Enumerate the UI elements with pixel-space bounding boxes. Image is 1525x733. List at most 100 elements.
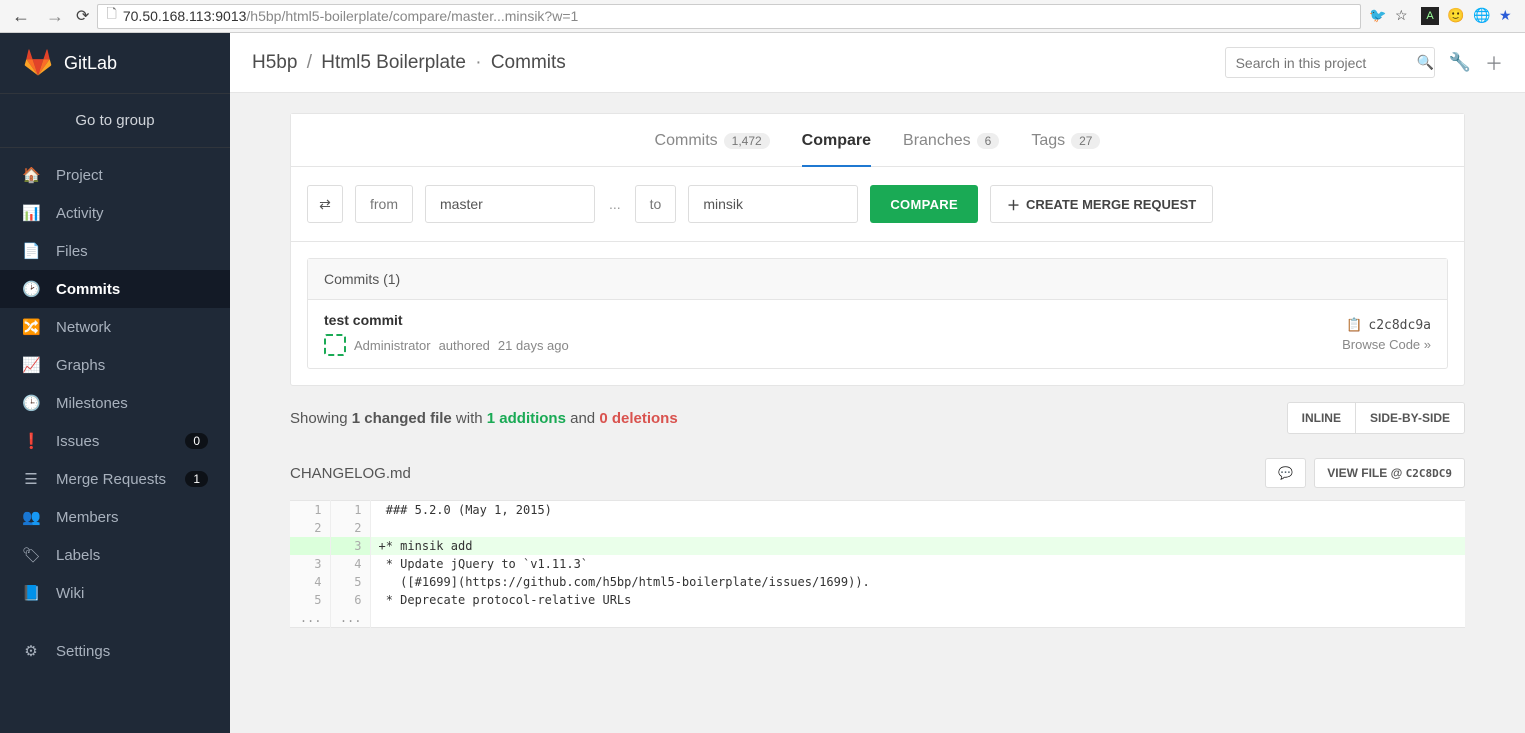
new-line-number[interactable]: 5 (330, 573, 370, 591)
sidebar-item-commits[interactable]: 🕑Commits (0, 270, 230, 308)
sidebar-item-wiki[interactable]: 📘Wiki (0, 574, 230, 612)
old-line-number[interactable] (290, 537, 330, 555)
inline-view-button[interactable]: INLINE (1288, 403, 1355, 433)
graphs-icon: 📈 (22, 356, 40, 374)
breadcrumb-sep: / (303, 52, 316, 73)
to-input[interactable] (688, 185, 858, 223)
commit-title[interactable]: test commit (324, 312, 569, 328)
diff-table: 11 ### 5.2.0 (May 1, 2015)22 3+* minsik … (290, 500, 1465, 628)
sidebar-item-activity[interactable]: 📊Activity (0, 194, 230, 232)
new-line-number[interactable]: 1 (330, 501, 370, 520)
hash-text: c2c8dc9a (1368, 318, 1431, 333)
breadcrumb-sep: · (471, 52, 485, 73)
ext-a-icon[interactable]: A (1421, 7, 1439, 25)
old-line-number[interactable]: 4 (290, 573, 330, 591)
merge-icon: ☰ (22, 470, 40, 488)
dashboard-icon: 📊 (22, 204, 40, 222)
gitlab-logo-icon (24, 49, 52, 77)
new-line-number[interactable]: 2 (330, 519, 370, 537)
twitter-icon[interactable]: 🐦 (1369, 7, 1387, 25)
breadcrumb-group[interactable]: H5bp (252, 52, 297, 73)
commit-item: test commit Administrator authored 21 da… (308, 300, 1447, 368)
mr-button-label: CREATE MERGE REQUEST (1026, 197, 1196, 212)
wrench-icon[interactable]: 🔧 (1449, 52, 1471, 73)
code-line: * Deprecate protocol-relative URLs (370, 591, 1465, 609)
url-bar[interactable]: 🗋 70.50.168.113:9013/h5bp/html5-boilerpl… (97, 4, 1361, 29)
changed-file: 1 changed file (352, 410, 452, 427)
tab-commits[interactable]: Commits1,472 (655, 132, 770, 166)
plus-icon: ＋ (1007, 195, 1020, 214)
sidebar-item-label: Merge Requests (56, 471, 166, 488)
with-label: with (452, 410, 487, 427)
sidebar-item-merge-requests[interactable]: ☰Merge Requests1 (0, 460, 230, 498)
files-icon: 📄 (22, 242, 40, 260)
new-line-number[interactable]: 6 (330, 591, 370, 609)
file-header: CHANGELOG.md 💬 VIEW FILE @ C2C8DC9 (290, 446, 1465, 500)
tags-count: 27 (1071, 133, 1100, 149)
commit-hash[interactable]: 📋 c2c8dc9a (1346, 318, 1431, 333)
browser-forward-icon[interactable]: → (42, 6, 68, 27)
old-line-number[interactable]: 5 (290, 591, 330, 609)
tab-branches[interactable]: Branches6 (903, 132, 999, 166)
go-to-group[interactable]: Go to group (0, 93, 230, 148)
book-icon: 📘 (22, 584, 40, 602)
avatar[interactable] (324, 334, 346, 356)
side-by-side-view-button[interactable]: SIDE-BY-SIDE (1355, 403, 1464, 433)
new-line-number[interactable]: 4 (330, 555, 370, 573)
new-line-number[interactable]: ... (330, 609, 370, 628)
sidebar-item-graphs[interactable]: 📈Graphs (0, 346, 230, 384)
browser-back-icon[interactable]: ← (8, 6, 34, 27)
old-line-number[interactable]: 1 (290, 501, 330, 520)
compare-button[interactable]: COMPARE (870, 185, 978, 223)
comment-button[interactable]: 💬 (1265, 458, 1306, 488)
tab-tags[interactable]: Tags27 (1031, 132, 1100, 166)
sidebar-item-label: Issues (56, 433, 99, 450)
plus-icon[interactable]: ＋ (1485, 50, 1503, 76)
breadcrumb-project[interactable]: Html5 Boilerplate (321, 52, 466, 73)
to-label: to (635, 185, 677, 223)
diff-line: 3+* minsik add (290, 537, 1465, 555)
sidebar-item-labels[interactable]: 🏷Labels (0, 536, 230, 574)
ext-face-icon[interactable]: 🙂 (1447, 7, 1465, 25)
star-icon[interactable]: ☆ (1395, 7, 1413, 25)
browse-code-link[interactable]: Browse Code » (1342, 337, 1431, 352)
additions-text: 1 additions (487, 410, 566, 427)
create-merge-request-button[interactable]: ＋ CREATE MERGE REQUEST (990, 185, 1213, 223)
top-actions: 🔍 🔧 ＋ (1225, 47, 1503, 78)
old-line-number[interactable]: 2 (290, 519, 330, 537)
search-icon[interactable]: 🔍 (1417, 54, 1434, 71)
diff-line: ...... (290, 609, 1465, 628)
code-line (370, 519, 1465, 537)
new-line-number[interactable]: 3 (330, 537, 370, 555)
sidebar-item-members[interactable]: 👥Members (0, 498, 230, 536)
view-file-button[interactable]: VIEW FILE @ C2C8DC9 (1314, 458, 1465, 488)
sidebar-nav: 🏠Project 📊Activity 📄Files 🕑Commits 🔀Netw… (0, 148, 230, 670)
view-file-label: VIEW FILE @ (1327, 466, 1405, 480)
project-search[interactable]: 🔍 (1225, 47, 1435, 78)
sidebar-item-issues[interactable]: ❗Issues0 (0, 422, 230, 460)
sidebar-item-settings[interactable]: ⚙Settings (0, 632, 230, 670)
swap-button[interactable]: ⇄ (307, 185, 343, 223)
ext-star-icon[interactable]: ★ (1499, 7, 1517, 25)
tab-compare[interactable]: Compare (802, 132, 871, 166)
sidebar-item-milestones[interactable]: 🕒Milestones (0, 384, 230, 422)
sidebar-header[interactable]: GitLab (0, 33, 230, 93)
old-line-number[interactable]: ... (290, 609, 330, 628)
sidebar-item-project[interactable]: 🏠Project (0, 156, 230, 194)
breadcrumb-page: Commits (491, 52, 566, 73)
sidebar-item-files[interactable]: 📄Files (0, 232, 230, 270)
and-label: and (566, 410, 599, 427)
commit-author[interactable]: Administrator (354, 338, 431, 353)
clipboard-icon[interactable]: 📋 (1346, 318, 1362, 333)
search-input[interactable] (1236, 55, 1417, 71)
sidebar-item-network[interactable]: 🔀Network (0, 308, 230, 346)
from-input[interactable] (425, 185, 595, 223)
nav-spacer (0, 612, 230, 632)
top-bar: H5bp / Html5 Boilerplate · Commits 🔍 🔧 ＋ (230, 33, 1525, 93)
diff-line: 22 (290, 519, 1465, 537)
file-name[interactable]: CHANGELOG.md (290, 465, 411, 482)
globe-icon[interactable]: 🌐 (1473, 7, 1491, 25)
browser-reload-icon[interactable]: ⟳ (76, 6, 89, 26)
old-line-number[interactable]: 3 (290, 555, 330, 573)
sidebar: GitLab Go to group 🏠Project 📊Activity 📄F… (0, 33, 230, 733)
